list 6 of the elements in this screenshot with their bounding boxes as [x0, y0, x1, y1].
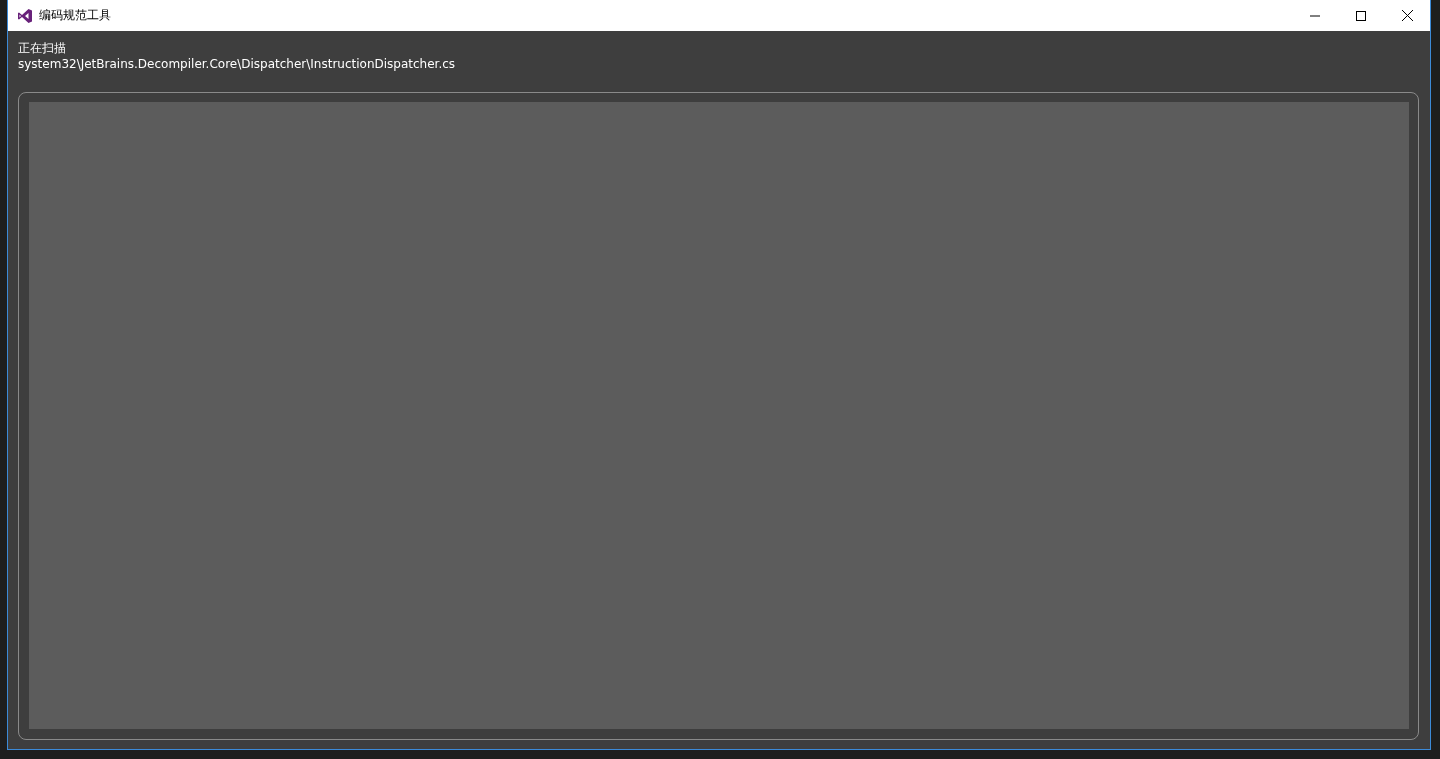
scan-status-label: 正在扫描 — [18, 40, 67, 56]
maximize-icon — [1356, 10, 1366, 21]
window-title: 编码规范工具 — [39, 7, 112, 24]
app-logo-icon — [17, 7, 33, 24]
close-icon — [1401, 10, 1413, 21]
scan-file-path: system32\JetBrains.Decompiler.Core\Dispatcher\InstructionDispatcher.cs — [18, 56, 457, 72]
